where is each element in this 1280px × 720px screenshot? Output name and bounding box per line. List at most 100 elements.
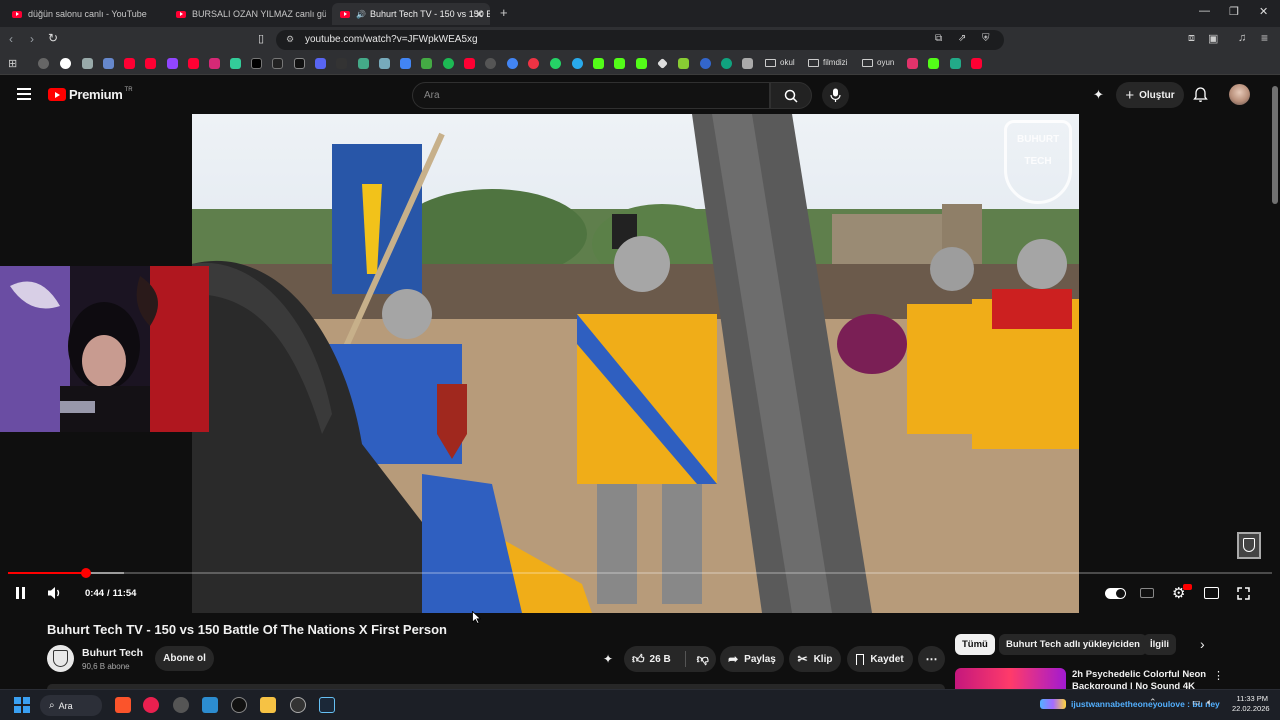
site-info-icon[interactable]: ⚙ — [286, 34, 294, 45]
kick-icon[interactable] — [928, 58, 939, 69]
bookmark-icon[interactable] — [528, 58, 539, 69]
brave-shield-icon[interactable]: ⛨ — [982, 33, 990, 44]
bookmark-icon[interactable] — [507, 58, 518, 69]
kick-icon[interactable] — [636, 58, 647, 69]
instagram-icon[interactable] — [209, 58, 220, 69]
chip-related[interactable]: İlgili — [1143, 634, 1176, 655]
chip-from-uploader[interactable]: Buhurt Tech adlı yükleyiciden — [999, 634, 1147, 655]
taskbar-search[interactable]: ⌕ Ara — [40, 695, 102, 716]
page-scrollbar-thumb[interactable] — [1272, 86, 1278, 204]
discord-icon[interactable] — [315, 58, 326, 69]
app-icon[interactable] — [173, 697, 189, 713]
bookmark-icon[interactable] — [379, 58, 390, 69]
menu-icon[interactable]: ≡ — [1261, 31, 1268, 45]
video-frame[interactable]: BUHURT TECH — [192, 114, 1079, 613]
windows-start-icon[interactable] — [14, 697, 30, 713]
app-icon[interactable] — [290, 697, 306, 713]
like-button[interactable]: 👍︎ 26 B — [632, 652, 671, 667]
youtube-icon[interactable] — [188, 58, 199, 69]
tiktok-icon[interactable] — [294, 58, 305, 69]
apps-grid-icon[interactable]: ⊞ — [8, 57, 17, 70]
search-input[interactable]: Ara — [412, 82, 770, 109]
pause-button[interactable] — [16, 587, 25, 599]
more-actions-button[interactable]: ⋯ — [918, 646, 945, 672]
bookmark-icon[interactable] — [103, 58, 114, 69]
browser-tab[interactable]: düğün salonu canlı - YouTube — [4, 3, 164, 25]
notifications-bell-icon[interactable] — [1193, 87, 1208, 103]
twitch-icon[interactable] — [167, 58, 178, 69]
recommendation-menu-icon[interactable]: ⋮ — [1213, 669, 1224, 682]
spotify-icon[interactable] — [443, 58, 454, 69]
telegram-icon[interactable] — [572, 58, 583, 69]
media-player-icon[interactable] — [143, 697, 159, 713]
history-icon[interactable] — [38, 58, 49, 69]
youtube-icon[interactable] — [971, 58, 982, 69]
video-progress-bar[interactable] — [8, 568, 1272, 578]
browser-tab[interactable]: BURSALI OZAN YILMAZ canlı güvercin — [168, 3, 326, 25]
bookmark-icon[interactable]: ▯ — [258, 32, 264, 45]
chips-next-arrow-icon[interactable]: › — [1200, 636, 1205, 652]
bookmark-icon[interactable] — [700, 58, 711, 69]
chatgpt-icon[interactable] — [721, 58, 732, 69]
channel-branding-icon[interactable] — [1237, 532, 1261, 559]
subtitles-icon[interactable] — [1140, 588, 1154, 598]
clip-button[interactable]: ✂ Klip — [789, 646, 841, 672]
drive-icon[interactable] — [421, 58, 432, 69]
bookmark-folder[interactable]: filmdizi — [808, 58, 847, 67]
create-button[interactable]: + Oluştur — [1116, 82, 1184, 108]
recommendation-title[interactable]: 2h Psychedelic Colorful Neon Background … — [1072, 669, 1206, 689]
channel-avatar[interactable] — [47, 645, 74, 672]
bookmark-icon[interactable] — [950, 58, 961, 69]
github-icon[interactable] — [485, 58, 496, 69]
extensions-icon[interactable]: ⧈ — [1188, 32, 1195, 45]
steam-icon[interactable] — [319, 697, 335, 713]
reload-icon[interactable]: ↻ — [48, 31, 58, 45]
bookmark-icon[interactable] — [230, 58, 241, 69]
forward-icon[interactable]: › — [30, 32, 34, 46]
theater-mode-icon[interactable] — [1204, 587, 1219, 599]
photos-icon[interactable] — [202, 697, 218, 713]
bookmark-icon[interactable] — [678, 58, 689, 69]
close-window-icon[interactable]: ✕ — [1259, 5, 1268, 18]
search-button[interactable] — [770, 82, 812, 109]
bookmark-folder[interactable]: okul — [765, 58, 795, 67]
bookmark-folder[interactable]: oyun — [862, 58, 894, 67]
youtube-icon[interactable] — [145, 58, 156, 69]
kick-icon[interactable] — [614, 58, 625, 69]
account-avatar[interactable] — [1229, 84, 1250, 105]
bookmark-icon[interactable] — [358, 58, 369, 69]
voice-search-button[interactable] — [822, 82, 849, 109]
share-page-icon[interactable]: ⇗ — [958, 33, 966, 44]
bookmark-icon[interactable] — [657, 58, 668, 69]
sidebar-icon[interactable]: ▣ — [1208, 32, 1218, 45]
bookmark-icon[interactable] — [907, 58, 918, 69]
youtube-icon[interactable] — [124, 58, 135, 69]
tray-expand-icon[interactable]: ⌃ — [1149, 697, 1157, 708]
close-tab-icon[interactable]: ✕ — [475, 8, 484, 21]
dislike-button[interactable]: 👎︎ — [697, 652, 709, 667]
minimize-icon[interactable]: — — [1199, 5, 1210, 17]
ask-ai-sparkle-icon[interactable]: ✦ — [603, 652, 613, 666]
new-tab-button[interactable]: + — [500, 5, 508, 20]
media-controls-icon[interactable]: ♫ — [1238, 32, 1246, 44]
clock[interactable]: 11:33 PM 22.02.2026 — [1232, 694, 1270, 714]
bookmark-icon[interactable] — [336, 58, 347, 69]
back-icon[interactable]: ‹ — [9, 32, 13, 46]
bookmark-icon[interactable] — [272, 58, 283, 69]
google-icon[interactable] — [60, 58, 71, 69]
restore-icon[interactable]: ❐ — [1229, 5, 1239, 18]
youtube-premium-logo[interactable]: Premium TR — [48, 87, 133, 102]
kick-icon[interactable] — [593, 58, 604, 69]
open-external-icon[interactable]: ⧉ — [935, 33, 942, 44]
volume-tray-icon[interactable]: 🔈︎ — [1207, 697, 1212, 708]
progress-scrubber-handle[interactable] — [80, 568, 91, 578]
bookmark-icon[interactable] — [400, 58, 411, 69]
bookmark-icon[interactable] — [742, 58, 753, 69]
sparkle-icon[interactable]: ✦ — [1093, 87, 1104, 103]
recommendation-thumbnail[interactable] — [955, 668, 1066, 689]
autoplay-toggle[interactable] — [1105, 588, 1126, 599]
whatsapp-icon[interactable] — [550, 58, 561, 69]
volume-icon[interactable] — [47, 586, 63, 600]
youtube-icon[interactable] — [464, 58, 475, 69]
share-button[interactable]: ➦ Paylaş — [720, 646, 784, 672]
